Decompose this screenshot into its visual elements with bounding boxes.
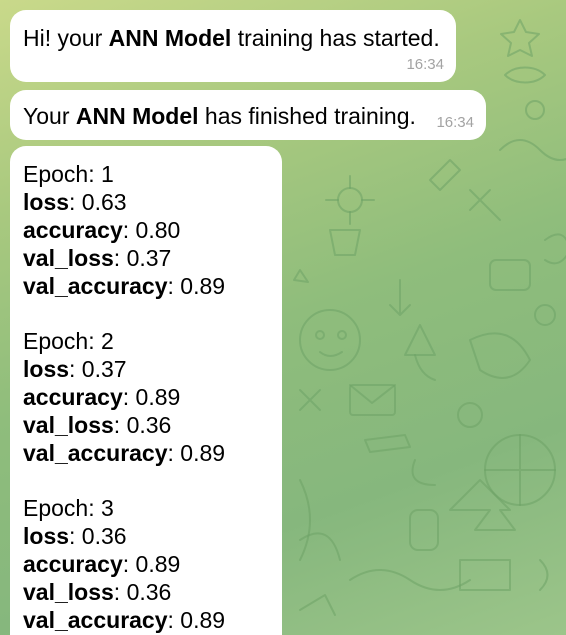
accuracy-line: accuracy: 0.89 [23,551,181,577]
model-name: ANN Model [75,103,199,129]
message-bubble-training-metrics[interactable]: Epoch: 1 loss: 0.63 accuracy: 0.80 val_l… [10,146,282,635]
loss-line: loss: 0.37 [23,356,127,382]
loss-line: loss: 0.36 [23,523,127,549]
val-accuracy-line: val_accuracy: 0.89 [23,440,226,466]
val-accuracy-line: val_accuracy: 0.89 [23,607,226,633]
val-loss-line: val_loss: 0.36 [23,412,172,438]
val-accuracy-line: val_accuracy: 0.89 [23,273,226,299]
val-loss-line: val_loss: 0.37 [23,245,172,271]
message-bubble-training-finished[interactable]: Your ANN Model has finished training. 16… [10,90,486,140]
message-text: Hi! your ANN Model training has started. [23,25,440,51]
epoch-block-2: Epoch: 2 loss: 0.37 accuracy: 0.89 val_l… [23,327,268,467]
accuracy-line: accuracy: 0.80 [23,217,181,243]
message-timestamp: 16:34 [406,56,444,73]
val-loss-line: val_loss: 0.36 [23,579,172,605]
epoch-line: Epoch: 3 [23,495,114,521]
epoch-block-3: Epoch: 3 loss: 0.36 accuracy: 0.89 val_l… [23,494,268,634]
epoch-line: Epoch: 1 [23,161,114,187]
epoch-line: Epoch: 2 [23,328,114,354]
epoch-block-1: Epoch: 1 loss: 0.63 accuracy: 0.80 val_l… [23,160,268,300]
loss-line: loss: 0.63 [23,189,127,215]
message-text: Your ANN Model has finished training. [23,103,416,129]
message-timestamp: 16:34 [436,114,474,131]
message-bubble-training-started[interactable]: Hi! your ANN Model training has started.… [10,10,456,82]
model-name: ANN Model [108,25,232,51]
accuracy-line: accuracy: 0.89 [23,384,181,410]
